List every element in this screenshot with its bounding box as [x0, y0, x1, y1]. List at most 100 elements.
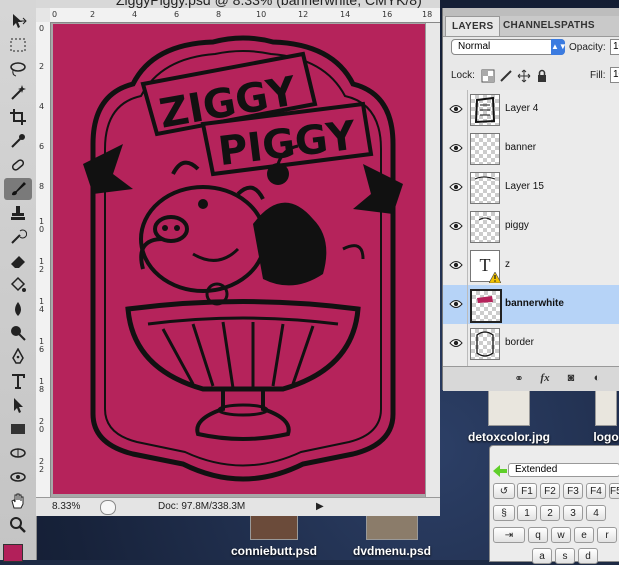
fx-icon[interactable]: fx [537, 372, 553, 386]
ruler-origin[interactable] [36, 8, 51, 23]
magic-wand-tool-icon[interactable] [4, 82, 32, 104]
tab-channels[interactable]: CHANNELS [503, 20, 561, 31]
key-d[interactable]: d [578, 548, 598, 564]
layer-visibility-toggle[interactable] [443, 207, 468, 246]
key-f3[interactable]: F3 [563, 483, 583, 499]
eraser-tool-icon[interactable] [4, 250, 32, 272]
desktop-icon-logo[interactable]: logo [586, 388, 619, 444]
pen-tool-icon[interactable] [4, 346, 32, 368]
ruler-tick: 1 0 [39, 217, 45, 234]
layer-visibility-toggle[interactable] [443, 285, 468, 324]
3d-rotate-tool-icon[interactable] [4, 442, 32, 464]
lock-transparency-icon[interactable] [481, 69, 495, 83]
zoom-level[interactable]: 8.33% [52, 501, 80, 512]
path-selection-tool-icon[interactable] [4, 394, 32, 416]
lock-pixels-icon[interactable] [499, 69, 513, 83]
key-3[interactable]: 3 [563, 505, 583, 521]
vertical-scrollbar[interactable] [425, 23, 440, 497]
blur-tool-icon[interactable] [4, 298, 32, 320]
crop-tool-icon[interactable] [4, 106, 32, 128]
move-tool-icon[interactable] [4, 10, 32, 32]
key-a[interactable]: a [532, 548, 552, 564]
eyedropper-tool-icon[interactable] [4, 130, 32, 152]
key-f1[interactable]: F1 [517, 483, 537, 499]
key-f2[interactable]: F2 [540, 483, 560, 499]
keyboard-viewer: Extended ↺ F1 F2 F3 F4 F5 § 1 2 3 4 ⇥ q … [489, 445, 619, 564]
key-f5[interactable]: F5 [609, 483, 619, 499]
opacity-field[interactable]: 10 [610, 39, 619, 55]
key-w[interactable]: w [551, 527, 571, 543]
key-4[interactable]: 4 [586, 505, 606, 521]
doc-size: Doc: 97.8M/338.3M [158, 501, 246, 512]
key-escape[interactable]: ↺ [493, 483, 515, 499]
key-s[interactable]: s [555, 548, 575, 564]
ruler-tick: 4 [132, 10, 138, 19]
key-tab[interactable]: ⇥ [493, 527, 525, 543]
zoom-tool-icon[interactable] [4, 514, 32, 536]
layer-thumbnail [470, 172, 500, 204]
layer-visibility-toggle[interactable] [443, 246, 468, 285]
chevron-down-icon: ▲▼ [551, 39, 567, 55]
type-tool-icon[interactable] [4, 370, 32, 392]
ruler-tick: 6 [174, 10, 180, 19]
lock-position-icon[interactable] [517, 69, 531, 83]
marquee-tool-icon[interactable] [4, 34, 32, 56]
key-q[interactable]: q [528, 527, 548, 543]
adjustment-icon[interactable]: ◐ [589, 372, 605, 386]
logo-thumbnail [595, 388, 617, 426]
blend-mode-value: Normal [458, 41, 491, 52]
layer-thumbnail [470, 328, 500, 360]
layer-row-selected[interactable]: bannerwhite [443, 285, 619, 325]
shape-tool-icon[interactable] [4, 418, 32, 440]
document-canvas[interactable]: ZIGGY PIGGY [53, 24, 427, 494]
key-e[interactable]: e [574, 527, 594, 543]
mask-icon[interactable]: ◙ [563, 372, 579, 386]
status-arrow-icon[interactable]: ▶ [316, 501, 324, 512]
layer-row[interactable]: piggy [443, 207, 619, 247]
key-f4[interactable]: F4 [586, 483, 606, 499]
3d-orbit-tool-icon[interactable] [4, 466, 32, 488]
layer-row[interactable]: T z [443, 246, 619, 286]
desktop-icon-detoxcolor[interactable]: detoxcolor.jpg [460, 388, 558, 444]
key-2[interactable]: 2 [540, 505, 560, 521]
layer-row[interactable]: Layer 15 [443, 168, 619, 208]
layer-name: z [505, 259, 510, 270]
layer-visibility-toggle[interactable] [443, 168, 468, 207]
tab-layers[interactable]: LAYERS [445, 16, 501, 36]
tab-paths[interactable]: PATHS [561, 20, 595, 31]
panel-drag-bar[interactable] [443, 8, 619, 16]
paint-bucket-tool-icon[interactable] [4, 274, 32, 296]
healing-brush-tool-icon[interactable] [4, 154, 32, 176]
keyboard-mode-value: Extended [515, 464, 558, 475]
keyboard-mode-select[interactable]: Extended [508, 463, 619, 477]
status-menu-icon[interactable] [100, 500, 116, 515]
document-title-bar[interactable]: ZiggyPiggy.psd @ 8.33% (bannerwhite, CMY… [36, 0, 440, 8]
layer-visibility-toggle[interactable] [443, 90, 468, 129]
hand-tool-icon[interactable] [4, 490, 32, 512]
ruler-vertical[interactable]: 0 2 4 6 8 1 0 1 2 1 4 1 6 1 8 2 0 2 2 [36, 22, 51, 497]
desktop-icon-label: conniebutt.psd [231, 544, 317, 558]
key-1[interactable]: 1 [517, 505, 537, 521]
link-icon[interactable]: ⚭ [511, 372, 527, 386]
blend-mode-select[interactable]: Normal ▲▼ [451, 39, 567, 55]
ruler-tick: 16 [382, 10, 393, 19]
layer-visibility-toggle[interactable] [443, 324, 468, 363]
panel-tabs: LAYERS CHANNELS PATHS [443, 16, 619, 37]
history-brush-tool-icon[interactable] [4, 226, 32, 248]
lock-all-icon[interactable] [535, 69, 549, 83]
lasso-tool-icon[interactable] [4, 58, 32, 80]
layer-name: bannerwhite [505, 298, 564, 309]
fill-field[interactable]: 10 [610, 67, 619, 83]
arrow-left-icon[interactable] [493, 465, 507, 477]
layer-visibility-toggle[interactable] [443, 129, 468, 168]
key-section[interactable]: § [493, 505, 515, 521]
clone-stamp-tool-icon[interactable] [4, 202, 32, 224]
key-r[interactable]: r [597, 527, 617, 543]
layer-row[interactable]: border [443, 324, 619, 364]
dodge-tool-icon[interactable] [4, 322, 32, 344]
foreground-color-swatch[interactable] [3, 544, 23, 562]
layer-row[interactable]: Layer 4 [443, 90, 619, 130]
ruler-horizontal[interactable]: 0 2 4 6 8 10 12 14 16 18 [50, 8, 440, 23]
brush-tool-icon[interactable] [4, 178, 32, 200]
layer-row[interactable]: banner [443, 129, 619, 169]
